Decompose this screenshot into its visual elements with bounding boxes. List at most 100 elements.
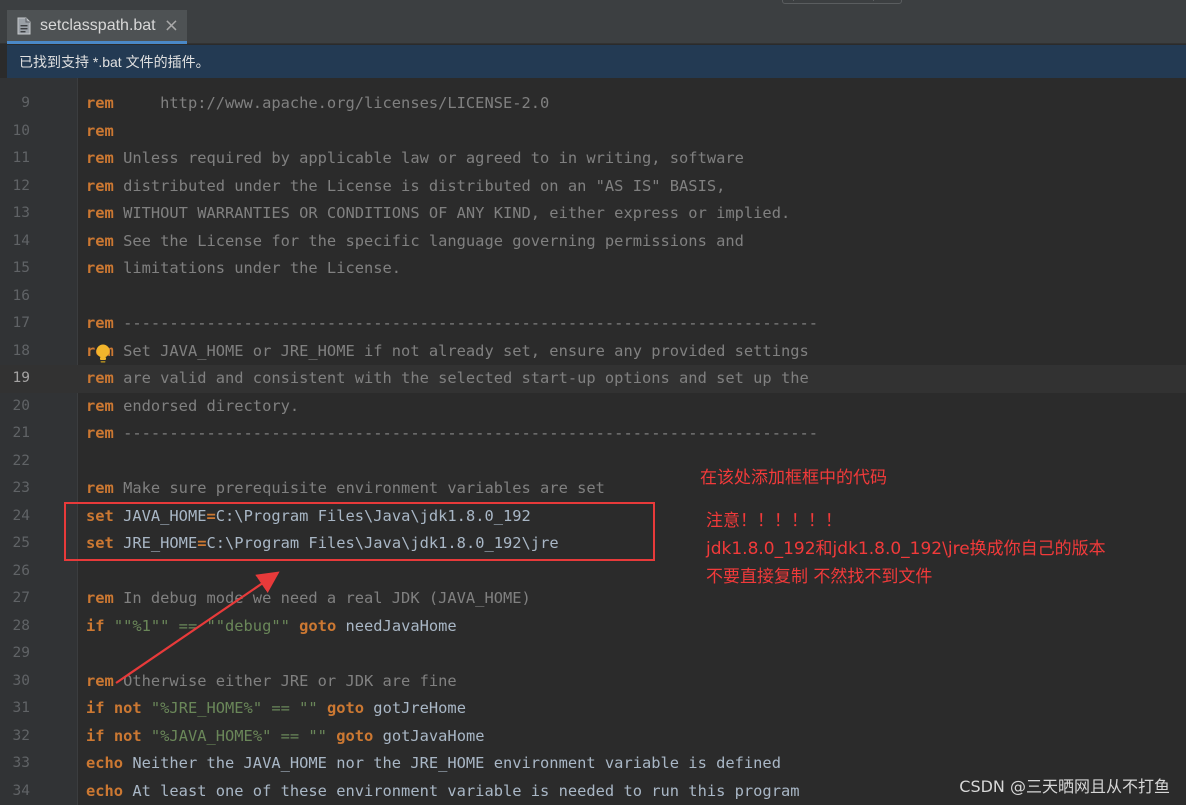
line-number: 23 xyxy=(12,480,30,496)
code-token: set xyxy=(86,506,114,525)
code-token: distributed under the License is distrib… xyxy=(113,176,726,195)
code-token: rem xyxy=(86,176,114,195)
line-number: 18 xyxy=(12,342,30,359)
code-line[interactable]: 18 rem Set JAVA_HOME or JRE_HOME if not a… xyxy=(0,338,1186,366)
code-token: rem xyxy=(86,259,114,277)
code-line[interactable]: 13 rem WITHOUT WARRANTIES OR CONDITIONS O… xyxy=(0,200,1186,228)
code-text: rem Set JAVA_HOME or JRE_HOME if not alr… xyxy=(86,338,809,366)
code-text: rem http://www.apache.org/licenses/LICEN… xyxy=(86,90,549,118)
code-text: rem limitations under the License. xyxy=(86,255,401,283)
code-token: Otherwise either JRE or JDK are fine xyxy=(113,671,457,690)
code-line[interactable]: 9 rem http://www.apache.org/licenses/LICE… xyxy=(0,90,1186,118)
banner-text: 已找到支持 *.bat 文件的插件。 xyxy=(19,53,210,70)
code-token: rem xyxy=(86,204,114,222)
code-token: rem xyxy=(86,94,114,112)
code-text: rem Unless required by applicable law or… xyxy=(86,145,744,173)
code-text: if ""%1"" == ""debug"" goto needJavaHome xyxy=(86,613,457,641)
code-token: rem xyxy=(86,314,114,332)
annotation-note-3: 不要直接复制 不然找不到文件 xyxy=(706,567,933,587)
code-token: Set JAVA_HOME or JRE_HOME if not already… xyxy=(113,341,809,360)
line-number: 29 xyxy=(12,645,30,661)
code-line[interactable]: 11 rem Unless required by applicable law … xyxy=(0,145,1186,173)
code-text: rem endorsed directory. xyxy=(86,393,299,421)
code-line[interactable]: 22 xyxy=(0,448,1186,476)
code-token: rem xyxy=(86,149,114,167)
line-number: 31 xyxy=(12,700,30,716)
code-token: rem xyxy=(86,396,114,415)
code-line[interactable]: 29 xyxy=(0,640,1186,668)
line-number: 10 xyxy=(12,122,30,139)
line-number: 19 xyxy=(12,370,30,386)
code-line[interactable]: 28 if ""%1"" == ""debug"" goto needJavaHo… xyxy=(0,613,1186,641)
code-token: http://www.apache.org/licenses/LICENSE-2… xyxy=(113,94,550,112)
lightbulb-icon[interactable] xyxy=(95,343,111,365)
plugin-suggestion-banner: 已找到支持 *.bat 文件的插件。 xyxy=(7,45,1186,78)
code-token: needJavaHome xyxy=(336,616,457,635)
toolbar-widget[interactable] xyxy=(782,0,902,4)
code-line[interactable]: 31 if not "%JRE_HOME%" == "" goto gotJreH… xyxy=(0,695,1186,723)
line-number: 32 xyxy=(12,727,30,744)
code-token: In debug mode we need a real JDK (JAVA_H… xyxy=(113,589,531,607)
close-icon[interactable]: × xyxy=(164,15,179,36)
line-number: 15 xyxy=(12,260,30,276)
code-editor[interactable]: 9 rem http://www.apache.org/licenses/LICE… xyxy=(0,78,1186,805)
code-token: goto xyxy=(336,726,374,745)
code-token: if xyxy=(86,726,105,745)
code-line[interactable]: 32 if not "%JAVA_HOME%" == "" goto gotJav… xyxy=(0,723,1186,751)
code-token: ----------------------------------------… xyxy=(113,314,819,332)
editor-tab-bar: setclasspath.bat × xyxy=(0,0,1186,44)
code-line[interactable]: 12 rem distributed under the License is d… xyxy=(0,173,1186,201)
code-text: rem In debug mode we need a real JDK (JA… xyxy=(86,585,531,613)
line-number: 9 xyxy=(21,95,30,111)
line-number: 26 xyxy=(12,562,30,579)
code-token: endorsed directory. xyxy=(113,396,300,415)
code-token: rem xyxy=(86,424,114,442)
code-text: echo Neither the JAVA_HOME nor the JRE_H… xyxy=(86,750,781,778)
code-line[interactable]: 23 rem Make sure prerequisite environment… xyxy=(0,475,1186,503)
code-token: goto xyxy=(326,699,365,717)
code-token: See the License for the specific languag… xyxy=(113,231,744,250)
line-number: 22 xyxy=(12,452,30,469)
code-token: Neither the JAVA_HOME nor the JRE_HOME e… xyxy=(123,754,781,772)
code-line[interactable]: 15 rem limitations under the License. xyxy=(0,255,1186,283)
code-line[interactable]: 10 rem xyxy=(0,118,1186,146)
code-line[interactable]: 24 set JAVA_HOME=C:\Program Files\Java\jd… xyxy=(0,503,1186,531)
line-number: 20 xyxy=(12,397,30,414)
line-number: 17 xyxy=(12,315,30,331)
code-token: ----------------------------------------… xyxy=(113,424,819,442)
tab-label: setclasspath.bat xyxy=(40,16,156,34)
code-text: rem are valid and consistent with the se… xyxy=(86,365,809,393)
line-number: 14 xyxy=(12,232,30,249)
code-line[interactable]: 16 xyxy=(0,283,1186,311)
code-token: C:\Program Files\Java\jdk1.8.0_192\jre xyxy=(206,534,559,552)
code-token: rem xyxy=(86,589,114,607)
code-line[interactable]: 30 rem Otherwise either JRE or JDK are fi… xyxy=(0,668,1186,696)
code-token: "%JAVA_HOME%" == "" xyxy=(141,726,337,745)
code-line[interactable]: 14 rem See the License for the specific l… xyxy=(0,228,1186,256)
code-token: if xyxy=(86,616,105,635)
code-line[interactable]: 19 rem are valid and consistent with the … xyxy=(0,365,1186,393)
line-number: 25 xyxy=(12,535,30,551)
code-token: are valid and consistent with the select… xyxy=(113,369,809,387)
code-token: "%JRE_HOME%" == "" xyxy=(141,699,327,717)
code-token: echo xyxy=(86,754,124,772)
code-line[interactable]: 17 rem ----------------------------------… xyxy=(0,310,1186,338)
code-token: = xyxy=(197,534,207,552)
file-icon xyxy=(17,17,31,35)
code-token: set xyxy=(86,534,114,552)
code-line[interactable]: 27 rem In debug mode we need a real JDK (… xyxy=(0,585,1186,613)
code-line[interactable]: 20 rem endorsed directory. xyxy=(0,393,1186,421)
code-token: not xyxy=(104,726,142,745)
watermark: CSDN @三天晒网且从不打鱼 xyxy=(959,777,1170,796)
code-text: rem Otherwise either JRE or JDK are fine xyxy=(86,668,457,696)
line-number: 21 xyxy=(12,425,30,441)
code-line[interactable]: 21 rem ----------------------------------… xyxy=(0,420,1186,448)
code-token: ""%1"" == ""debug"" xyxy=(104,616,300,635)
code-token: echo xyxy=(86,781,124,800)
tab-setclasspath[interactable]: setclasspath.bat × xyxy=(7,10,187,44)
code-token: if xyxy=(86,699,105,717)
code-text: rem See the License for the specific lan… xyxy=(86,228,744,256)
line-number: 34 xyxy=(12,782,30,799)
code-token: goto xyxy=(299,616,337,635)
code-text: if not "%JRE_HOME%" == "" goto gotJreHom… xyxy=(86,695,466,723)
